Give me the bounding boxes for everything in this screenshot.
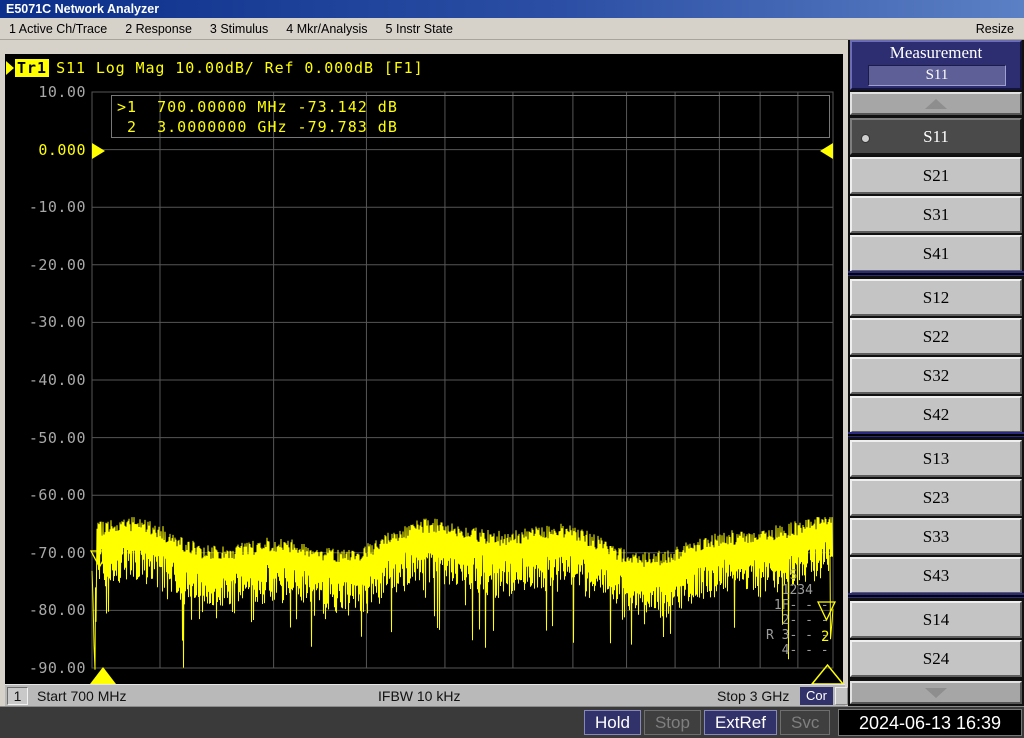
softkey-label: S12 (922, 287, 950, 307)
channel-number-badge: 1 (7, 687, 28, 705)
marker-row-1: >1 700.00000 MHz -73.142 dB (117, 98, 398, 116)
softkey-label: S32 (922, 365, 950, 385)
softkey-label: S13 (922, 448, 950, 468)
softkey-sidebar: Measurement S11 S11 S21 S31 S41 S12 S22 S32 S42… (848, 40, 1024, 706)
window-title: E5071C Network Analyzer (0, 0, 1024, 18)
softkey-label: S22 (922, 326, 950, 346)
trace-format-text: S11 Log Mag 10.00dB/ Ref 0.000dB [F1] (56, 59, 424, 77)
plot-area[interactable] (5, 54, 843, 684)
softkey-label: S23 (922, 487, 950, 507)
measurement-header: Measurement S11 (850, 40, 1022, 90)
softkey-s32[interactable]: S32 (850, 357, 1022, 394)
softkey-s24[interactable]: S24 (850, 640, 1022, 677)
status-hold: Hold (584, 710, 641, 735)
softkey-s13[interactable]: S13 (850, 440, 1022, 477)
port-indicator: S 1234 1F- - - 2- - - R 3- - - 4- - - (766, 568, 829, 658)
y-label: -60.00 (28, 486, 86, 505)
softkey-s33[interactable]: S33 (850, 518, 1022, 555)
instrument-status-bar: Hold Stop ExtRef Svc 2024-06-13 16:39 (0, 706, 1024, 738)
menu-bar: 1 Active Ch/Trace 2 Response 3 Stimulus … (0, 18, 1024, 40)
softkey-label: S33 (922, 526, 950, 546)
channel-status-bar: 1 Start 700 MHz IFBW 10 kHz Stop 3 GHz C… (5, 684, 848, 706)
softkey-scroll-down-button[interactable] (850, 681, 1022, 704)
y-label: -90.00 (28, 659, 86, 677)
softkey-s14[interactable]: S14 (850, 601, 1022, 638)
softkey-s22[interactable]: S22 (850, 318, 1022, 355)
sweep-start-label: Start 700 MHz (37, 688, 127, 704)
softkey-label: S24 (922, 648, 950, 668)
menu-instr-state[interactable]: 5 Instr State (377, 22, 462, 36)
arrow-up-icon (925, 98, 947, 109)
datetime-display: 2024-06-13 16:39 (838, 709, 1022, 736)
softkey-label: S43 (922, 565, 950, 585)
y-label: 10.00 (38, 83, 86, 101)
softkey-s41[interactable]: S41 (850, 235, 1022, 272)
measurement-title: Measurement (889, 43, 983, 62)
softkey-s42[interactable]: S42 (850, 396, 1022, 433)
softkey-scroll-up-button[interactable] (850, 92, 1022, 115)
softkey-label: S11 (923, 126, 949, 146)
softkey-group-divider (848, 593, 1024, 598)
marker-readout: >1 700.00000 MHz -73.142 dB 2 3.0000000 … (111, 95, 830, 138)
softkey-s11[interactable]: S11 (850, 118, 1022, 155)
y-label: -80.00 (28, 601, 86, 620)
correction-badge: Cor (800, 687, 833, 705)
menu-mkr-analysis[interactable]: 4 Mkr/Analysis (277, 22, 376, 36)
y-label: -70.00 (28, 543, 86, 562)
status-cells: Hold Stop ExtRef Svc (584, 710, 831, 735)
y-label: -40.00 (28, 371, 86, 389)
y-label: -20.00 (28, 255, 86, 274)
status-svc: Svc (779, 710, 831, 735)
trace-badge: Tr1 (15, 59, 50, 77)
resize-button[interactable]: Resize (966, 22, 1024, 36)
softkey-label: S42 (922, 404, 950, 424)
softkey-group-divider (848, 432, 1024, 437)
correction-spacer (835, 687, 848, 705)
measurement-value-box: S11 (868, 65, 1006, 86)
marker-row-2: 2 3.0000000 GHz -79.783 dB (117, 118, 398, 136)
trace-header[interactable]: Tr1 S11 Log Mag 10.00dB/ Ref 0.000dB [F1… (6, 59, 424, 77)
softkey-s31[interactable]: S31 (850, 196, 1022, 233)
softkey-s21[interactable]: S21 (850, 157, 1022, 194)
softkey-label: S14 (922, 609, 950, 629)
y-label: -30.00 (28, 313, 86, 332)
selected-radio-icon (861, 134, 870, 143)
active-trace-arrow-icon (6, 61, 14, 75)
softkey-s43[interactable]: S43 (850, 557, 1022, 594)
softkey-s23[interactable]: S23 (850, 479, 1022, 516)
y-label: -50.00 (28, 428, 86, 447)
sweep-stop-label: Stop 3 GHz (717, 688, 790, 704)
y-label: -10.00 (28, 198, 86, 217)
softkey-label: S31 (922, 204, 950, 224)
softkey-label: S41 (922, 243, 950, 263)
softkey-s12[interactable]: S12 (850, 279, 1022, 316)
ifbw-label: IFBW 10 kHz (378, 688, 461, 704)
menu-active-ch-trace[interactable]: 1 Active Ch/Trace (0, 22, 116, 36)
menu-stimulus[interactable]: 3 Stimulus (201, 22, 277, 36)
y-label-ref: 0.000 (38, 140, 86, 159)
status-stop: Stop (643, 710, 701, 735)
status-extref: ExtRef (703, 710, 777, 735)
softkey-label: S21 (922, 165, 950, 185)
arrow-down-icon (925, 687, 947, 698)
softkey-group-divider (848, 271, 1024, 276)
menu-response[interactable]: 2 Response (116, 22, 201, 36)
